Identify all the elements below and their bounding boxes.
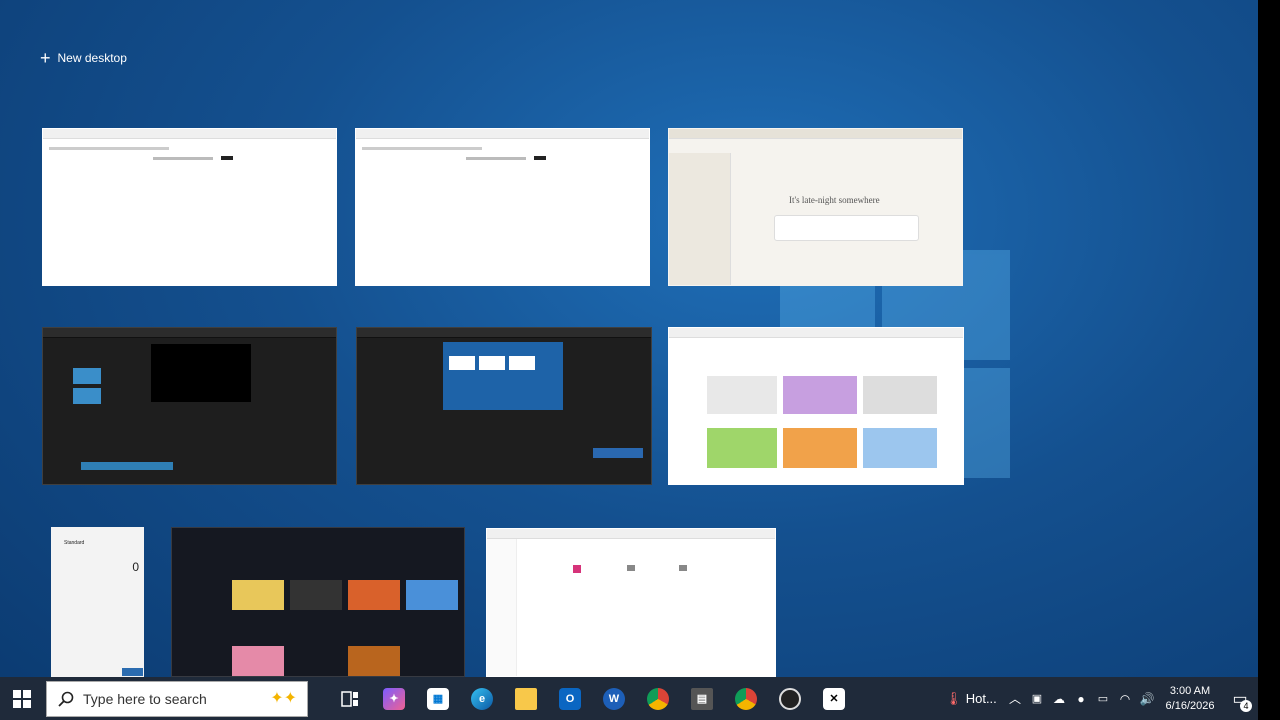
chrome-app[interactable] (636, 677, 680, 720)
task-view-button[interactable] (328, 677, 372, 720)
camera-icon: ▣ (1031, 693, 1043, 705)
weather-label: Hot... (965, 691, 997, 706)
word-app[interactable]: W (592, 677, 636, 720)
microphone-icon: ● (1077, 691, 1085, 706)
meet-now-button[interactable]: ▣ (1026, 677, 1048, 720)
chevron-up-icon: ︿ (1008, 692, 1021, 706)
calculator-window[interactable]: Standard 0 (51, 527, 144, 677)
system-tray: 🌡 Hot... ︿ ▣ ☁ ● ▭ ◠ 🔊 3:00 AM 6/16/2026… (938, 677, 1258, 720)
document-icon: W (603, 687, 625, 710)
battery-button[interactable]: ▭ (1092, 677, 1114, 720)
chrome-icon (647, 687, 669, 710)
outlook-icon: O (559, 687, 581, 710)
start-button[interactable] (0, 677, 44, 720)
notifications-button[interactable]: ▭ 4 (1222, 677, 1258, 720)
network-button[interactable]: ◠ (1114, 677, 1136, 720)
browser-window-blank-1[interactable] (42, 128, 337, 286)
wifi-icon: ◠ (1119, 691, 1131, 706)
sparkle-icon: ✦✦ (270, 689, 297, 707)
taskbar-search-box[interactable]: Type here to search ✦✦ (46, 680, 308, 717)
calculator-display: 0 (132, 560, 139, 574)
copilot-icon: ✦ (383, 687, 405, 710)
task-view-desktop: + New desktop It's late-night somewhere (0, 0, 1258, 720)
clock[interactable]: 3:00 AM 6/16/2026 (1158, 684, 1222, 714)
calculator-app[interactable]: ▤ (680, 677, 724, 720)
obs-app[interactable] (768, 677, 812, 720)
new-desktop-button[interactable]: + New desktop (40, 47, 127, 69)
weather-widget[interactable]: 🌡 Hot... (938, 677, 1004, 720)
obs-icon (779, 687, 801, 710)
show-hidden-icons-button[interactable]: ︿ (1004, 677, 1026, 720)
edge-icon: e (471, 687, 493, 710)
store-icon: ▦ (427, 687, 449, 710)
clock-date: 6/16/2026 (1165, 699, 1215, 712)
file-explorer-app[interactable] (504, 677, 548, 720)
copilot-app[interactable]: ✦ (372, 677, 416, 720)
clock-time: 3:00 AM (1169, 684, 1211, 697)
notification-badge: 4 (1240, 700, 1252, 712)
claude-greeting: It's late-night somewhere (789, 195, 880, 205)
browser-window-blank-2[interactable] (355, 128, 650, 286)
outlook-app[interactable]: O (548, 677, 592, 720)
taskbar: Type here to search ✦✦ ✦ ▦ e O W ▤ ✕ 🌡 H… (0, 677, 1258, 720)
windows-start-icon (13, 689, 31, 708)
capcut-app[interactable]: ✕ (812, 677, 856, 720)
volume-button[interactable]: 🔊 (1136, 677, 1158, 720)
media-feed-window[interactable] (171, 527, 465, 677)
video-editor-window[interactable] (42, 327, 337, 485)
calculator-icon: ▤ (691, 687, 713, 710)
battery-icon: ▭ (1097, 693, 1109, 705)
search-placeholder: Type here to search (83, 690, 207, 707)
microphone-button[interactable]: ● (1070, 677, 1092, 720)
capcut-icon: ✕ (823, 687, 845, 710)
calculator-mode: Standard (64, 540, 85, 546)
youtube-browser-window[interactable] (668, 327, 964, 485)
folder-icon (515, 687, 537, 710)
speaker-icon: 🔊 (1139, 691, 1155, 706)
store-app[interactable]: ▦ (416, 677, 460, 720)
edge-app[interactable]: e (460, 677, 504, 720)
chrome-profile-app[interactable] (724, 677, 768, 720)
obs-studio-window[interactable] (356, 327, 652, 485)
screen-edge (1258, 0, 1280, 720)
chrome-icon (735, 687, 757, 710)
browser-window-claude[interactable]: It's late-night somewhere (668, 128, 963, 286)
new-desktop-label: New desktop (57, 51, 127, 65)
task-view-icon (341, 690, 358, 707)
search-icon (58, 691, 74, 707)
file-explorer-window[interactable] (486, 528, 776, 677)
plus-icon: + (40, 48, 51, 68)
thermometer-icon: 🌡 (945, 690, 962, 706)
onedrive-button[interactable]: ☁ (1048, 677, 1070, 720)
cloud-icon: ☁ (1053, 691, 1065, 706)
